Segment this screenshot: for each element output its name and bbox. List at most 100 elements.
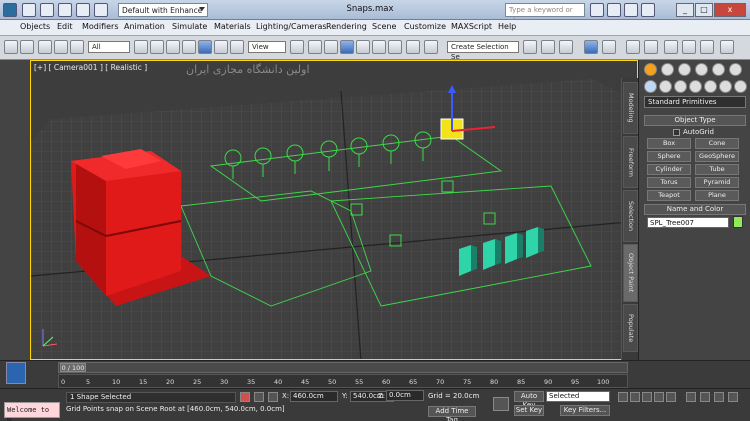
mirror-icon[interactable] xyxy=(424,40,438,54)
geosphere-button[interactable]: GeoSphere xyxy=(695,151,739,162)
material-editor-icon[interactable] xyxy=(644,40,658,54)
pyramid-button[interactable]: Pyramid xyxy=(695,177,739,188)
select-object-icon[interactable] xyxy=(134,40,148,54)
select-manipulate-icon[interactable] xyxy=(308,40,322,54)
reference-coordinate-dropdown[interactable]: View xyxy=(248,41,286,53)
cone-button[interactable]: Cone xyxy=(695,138,739,149)
zoom-icon[interactable] xyxy=(686,392,696,402)
name-color-rollout[interactable]: Name and Color xyxy=(644,204,746,215)
lights-icon[interactable] xyxy=(674,80,687,93)
play-icon[interactable] xyxy=(642,392,652,402)
star-icon[interactable] xyxy=(624,3,638,17)
spinner-snap-icon[interactable] xyxy=(388,40,402,54)
time-slider-thumb[interactable]: 0 / 100 xyxy=(60,363,86,372)
menu-materials[interactable]: Materials xyxy=(214,22,251,31)
key-icon[interactable] xyxy=(493,397,509,411)
lock-selection-icon[interactable] xyxy=(254,392,264,402)
info-icon[interactable] xyxy=(641,3,655,17)
keyboard-shortcut-icon[interactable] xyxy=(324,40,338,54)
help-icon[interactable] xyxy=(607,3,621,17)
key-filters-button[interactable]: Key Filters... xyxy=(560,405,610,416)
save-file-icon[interactable] xyxy=(58,3,72,17)
menu-scene[interactable]: Scene xyxy=(372,22,396,31)
object-type-rollout[interactable]: Object Type xyxy=(644,115,746,126)
curve-editor-icon[interactable] xyxy=(602,40,616,54)
named-selection-set-dropdown[interactable]: Create Selection Se xyxy=(447,41,519,61)
set-key-button[interactable]: Set Key xyxy=(514,405,544,416)
menu-modifiers[interactable]: Modifiers xyxy=(82,22,119,31)
selection-filter-dropdown[interactable]: All xyxy=(88,41,130,53)
tab-populate[interactable]: Populate xyxy=(623,304,638,352)
pin-icon[interactable] xyxy=(240,392,250,402)
geometry-icon[interactable] xyxy=(644,80,657,93)
menu-customize[interactable]: Customize xyxy=(404,22,446,31)
tab-modeling[interactable]: Modeling xyxy=(623,82,638,134)
align-icon[interactable] xyxy=(541,40,555,54)
redo-icon[interactable] xyxy=(20,40,34,54)
hierarchy-tab-icon[interactable] xyxy=(678,63,691,76)
autogrid-checkbox[interactable] xyxy=(673,129,680,136)
plane-button[interactable]: Plane xyxy=(695,190,739,201)
shapes-icon[interactable] xyxy=(659,80,672,93)
z-coordinate-field[interactable]: 0.0cm xyxy=(386,390,424,401)
tab-freeform[interactable]: Freeform xyxy=(623,136,638,188)
unlink-icon[interactable] xyxy=(54,40,68,54)
next-frame-icon[interactable] xyxy=(654,392,664,402)
layer-manager-icon[interactable] xyxy=(559,40,573,54)
helpers-icon[interactable] xyxy=(704,80,717,93)
tab-selection[interactable]: Selection xyxy=(623,190,638,242)
menu-objects[interactable]: Objects xyxy=(20,22,50,31)
schematic-view-icon[interactable] xyxy=(626,40,640,54)
systems-icon[interactable] xyxy=(734,80,747,93)
sphere-button[interactable]: Sphere xyxy=(647,151,691,162)
bind-space-warp-icon[interactable] xyxy=(70,40,84,54)
workspace-dropdown[interactable]: Default with Enhance xyxy=(118,3,208,17)
menu-lighting-cameras[interactable]: Lighting/Cameras xyxy=(256,22,327,31)
create-tab-icon[interactable] xyxy=(644,63,657,76)
track-bar[interactable]: 0 5 10 15 20 25 30 35 40 45 50 55 60 65 … xyxy=(58,374,628,388)
cameras-icon[interactable] xyxy=(689,80,702,93)
ribbon-toggle-icon[interactable] xyxy=(584,40,598,54)
time-slider[interactable] xyxy=(58,362,628,373)
object-name-field[interactable]: SPL_Tree007 xyxy=(647,217,729,228)
window-crossing-icon[interactable] xyxy=(182,40,196,54)
add-time-tag-button[interactable]: Add Time Tag xyxy=(428,406,476,421)
minimize-button[interactable]: _ xyxy=(676,3,694,17)
render-setup-icon[interactable] xyxy=(664,40,678,54)
menu-help[interactable]: Help xyxy=(498,22,516,31)
open-file-icon[interactable] xyxy=(40,3,54,17)
go-to-start-icon[interactable] xyxy=(618,392,628,402)
rendered-frame-window-icon[interactable] xyxy=(682,40,696,54)
render-production-icon[interactable] xyxy=(700,40,714,54)
auto-key-button[interactable]: Auto Key xyxy=(514,391,544,409)
absolute-mode-icon[interactable] xyxy=(268,392,278,402)
maxscript-mini-listener[interactable]: Welcome to M xyxy=(4,402,60,421)
go-to-end-icon[interactable] xyxy=(666,392,676,402)
rectangular-selection-icon[interactable] xyxy=(166,40,180,54)
menu-simulate[interactable]: Simulate xyxy=(172,22,207,31)
maximize-button[interactable]: □ xyxy=(695,3,713,17)
maximize-viewport-icon[interactable] xyxy=(728,392,738,402)
tab-object-paint[interactable]: Object Paint xyxy=(623,244,638,302)
cylinder-button[interactable]: Cylinder xyxy=(647,164,691,175)
close-button[interactable]: x xyxy=(714,3,746,17)
rotate-icon[interactable] xyxy=(214,40,228,54)
key-mode-dropdown[interactable]: Selected xyxy=(546,391,610,402)
maxscript-listener-icon[interactable] xyxy=(6,362,26,384)
object-color-swatch[interactable] xyxy=(733,216,743,228)
percent-snap-icon[interactable] xyxy=(372,40,386,54)
undo-icon[interactable] xyxy=(4,40,18,54)
motion-tab-icon[interactable] xyxy=(695,63,708,76)
tube-button[interactable]: Tube xyxy=(695,164,739,175)
undo-icon[interactable] xyxy=(76,3,90,17)
redo-icon[interactable] xyxy=(94,3,108,17)
space-warps-icon[interactable] xyxy=(719,80,732,93)
menu-maxscript[interactable]: MAXScript xyxy=(451,22,492,31)
render-iterative-icon[interactable] xyxy=(720,40,734,54)
search-input[interactable]: Type a keyword or phrase xyxy=(505,3,585,25)
mirror-tool-icon[interactable] xyxy=(523,40,537,54)
edit-named-selection-icon[interactable] xyxy=(406,40,420,54)
move-icon[interactable] xyxy=(198,40,212,54)
angle-snap-icon[interactable] xyxy=(356,40,370,54)
display-tab-icon[interactable] xyxy=(712,63,725,76)
